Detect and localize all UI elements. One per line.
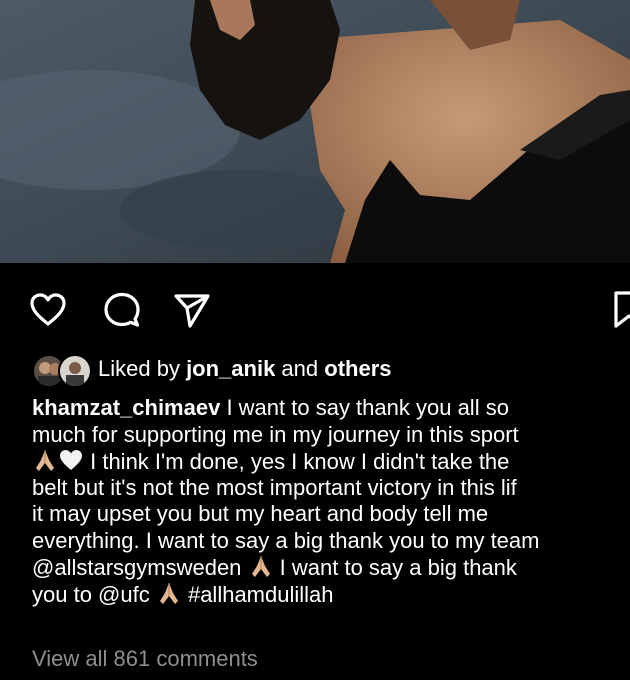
avatar: [58, 354, 92, 388]
hashtag-allhamdulillah[interactable]: #allhamdulillah: [182, 582, 334, 607]
instagram-post: Liked by jon_anik and others khamzat_chi…: [0, 0, 630, 680]
bookmark-icon[interactable]: [612, 290, 630, 330]
post-photo[interactable]: [0, 0, 630, 263]
folded-hands-icon: [32, 448, 58, 472]
white-heart-icon: [58, 448, 84, 472]
paper-plane-icon[interactable]: [172, 290, 212, 330]
mention-ufc[interactable]: you to @ufc: [32, 582, 156, 607]
comment-bubble-icon[interactable]: [102, 290, 142, 330]
post-caption: khamzat_chimaev I want to say thank you …: [32, 395, 540, 607]
folded-hands-icon: [156, 581, 182, 605]
caption-username[interactable]: khamzat_chimaev: [32, 395, 220, 420]
liked-by-row[interactable]: Liked by jon_anik and others: [32, 352, 392, 388]
mention-allstarsgymsweden[interactable]: @allstarsgymsweden: [32, 555, 248, 580]
liked-by-user[interactable]: jon_anik: [186, 356, 275, 381]
liked-by-others[interactable]: others: [324, 356, 391, 381]
action-bar: [0, 268, 630, 348]
heart-icon[interactable]: [28, 290, 68, 330]
liker-avatars: [32, 352, 96, 388]
folded-hands-icon: [248, 554, 274, 578]
liked-by-text: Liked by jon_anik and others: [98, 356, 392, 381]
view-all-comments-link[interactable]: View all 861 comments: [32, 646, 258, 672]
